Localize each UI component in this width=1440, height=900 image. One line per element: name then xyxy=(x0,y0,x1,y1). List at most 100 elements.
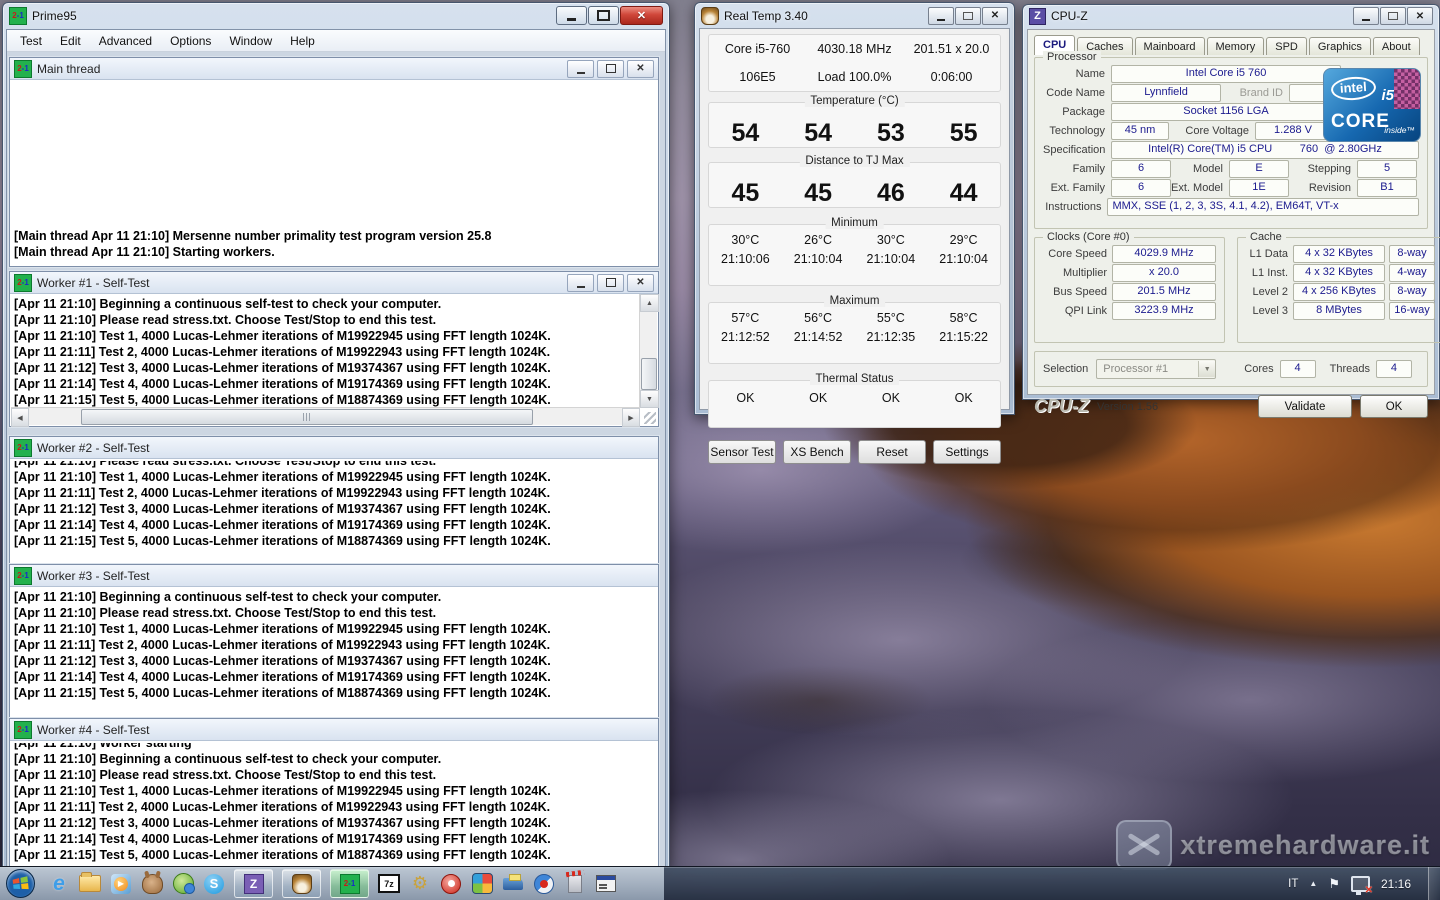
7zip-icon[interactable]: 7z xyxy=(378,873,400,895)
l2-label: Level 2 xyxy=(1246,286,1288,298)
minimize-button[interactable] xyxy=(567,274,594,292)
burn-app-icon[interactable] xyxy=(564,873,586,895)
maximize-button[interactable] xyxy=(955,7,981,25)
hidden-icons-chevron-icon[interactable] xyxy=(1309,879,1317,888)
horizontal-scrollbar[interactable] xyxy=(11,407,640,425)
worker1-titlebar[interactable]: 2-1 Worker #1 - Self-Test xyxy=(10,272,658,294)
minimize-button[interactable] xyxy=(567,60,594,78)
maximize-button[interactable] xyxy=(597,60,624,78)
menu-help[interactable]: Help xyxy=(281,32,324,50)
internet-explorer-icon[interactable]: e xyxy=(48,873,70,895)
clock[interactable]: 21:16 xyxy=(1381,877,1411,891)
scroll-thumb[interactable] xyxy=(81,409,533,425)
show-desktop-button[interactable] xyxy=(1428,867,1440,900)
ext-model-label: Ext. Model xyxy=(1171,182,1223,194)
scroll-right-icon[interactable] xyxy=(622,408,640,427)
settings-button[interactable]: Settings xyxy=(933,440,1001,464)
log-line: [Apr 11 21:11] Test 2, 4000 Lucas-Lehmer… xyxy=(14,485,658,501)
emule-icon[interactable] xyxy=(141,873,163,895)
main-thread-titlebar[interactable]: 2-1 Main thread xyxy=(10,58,658,80)
worker3-log[interactable]: [Apr 11 21:10] Beginning a continuous se… xyxy=(10,587,658,721)
taskbar: e S Z 2-1 7z IT 21:16 xyxy=(0,866,1440,900)
skype-icon[interactable]: S xyxy=(203,873,225,895)
photos-app-icon[interactable] xyxy=(471,873,493,895)
min-time: 21:10:04 xyxy=(867,252,916,266)
menu-edit[interactable]: Edit xyxy=(51,32,90,50)
maximize-button[interactable] xyxy=(597,274,624,292)
media-player-icon[interactable] xyxy=(110,873,132,895)
realtemp-titlebar[interactable]: Real Temp 3.40 xyxy=(695,3,1014,28)
maximize-button[interactable] xyxy=(1380,7,1406,25)
close-button[interactable] xyxy=(982,7,1008,25)
resize-grip[interactable] xyxy=(644,412,656,424)
log-line: [Apr 11 21:15] Test 5, 4000 Lucas-Lehmer… xyxy=(14,685,658,701)
minimize-button[interactable] xyxy=(928,7,954,25)
temperature-label: Temperature (°C) xyxy=(804,95,904,107)
messenger-icon[interactable] xyxy=(172,873,194,895)
menu-advanced[interactable]: Advanced xyxy=(90,32,161,50)
action-center-flag-icon[interactable] xyxy=(1328,876,1340,892)
reset-button[interactable]: Reset xyxy=(858,440,926,464)
scroll-down-icon[interactable] xyxy=(640,390,659,408)
close-button[interactable] xyxy=(627,60,654,78)
realtemp-taskbar-button[interactable] xyxy=(282,869,321,898)
scanner-app-icon[interactable] xyxy=(502,873,524,895)
log-line: [Apr 11 21:12] Test 3, 4000 Lucas-Lehmer… xyxy=(14,501,658,517)
l1-inst-label: L1 Inst. xyxy=(1246,267,1288,279)
close-button[interactable] xyxy=(620,6,663,25)
main-thread-log[interactable]: [Main thread Apr 11 21:10] Mersenne numb… xyxy=(10,80,658,266)
scroll-left-icon[interactable] xyxy=(11,408,29,427)
worker2-titlebar[interactable]: 2-1 Worker #2 - Self-Test xyxy=(10,437,658,459)
cpuz-titlebar[interactable]: Z CPU-Z xyxy=(1023,5,1439,27)
daemon-tools-icon[interactable] xyxy=(409,873,431,895)
minimize-button[interactable] xyxy=(1353,7,1379,25)
close-button[interactable] xyxy=(1407,7,1433,25)
vertical-scrollbar[interactable] xyxy=(639,294,657,408)
specification-label: Specification xyxy=(1043,144,1105,156)
worker2-log[interactable]: [Apr 11 21:10] Please read stress.txt. C… xyxy=(10,459,658,567)
sensor-test-button[interactable]: Sensor Test xyxy=(708,440,776,464)
worker4-log[interactable]: [Apr 11 21:10] Worker starting [Apr 11 2… xyxy=(10,741,658,867)
menu-options[interactable]: Options xyxy=(161,32,220,50)
ok-button[interactable]: OK xyxy=(1360,395,1428,418)
technology-field: 45 nm xyxy=(1111,122,1169,140)
language-indicator[interactable]: IT xyxy=(1288,878,1298,890)
log-line: [Apr 11 21:11] Test 2, 4000 Lucas-Lehmer… xyxy=(14,799,658,815)
menu-window[interactable]: Window xyxy=(220,32,281,50)
worker4-titlebar[interactable]: 2-1 Worker #4 - Self-Test xyxy=(10,719,658,741)
maximize-button[interactable] xyxy=(588,6,619,25)
start-button[interactable] xyxy=(6,869,35,898)
close-button[interactable] xyxy=(627,274,654,292)
realtemp-app-icon xyxy=(701,7,719,25)
prime95-titlebar[interactable]: 2-1 Prime95 xyxy=(3,3,669,28)
windows-explorer-icon[interactable] xyxy=(79,873,101,895)
menu-test[interactable]: Test xyxy=(11,32,51,50)
bclk-multiplier: 201.51 x 20.0 xyxy=(914,42,990,56)
tab-mainboard[interactable]: Mainboard xyxy=(1135,37,1205,55)
scroll-up-icon[interactable] xyxy=(640,294,659,312)
worker1-log[interactable]: [Apr 11 21:10] Beginning a continuous se… xyxy=(10,294,640,409)
tab-memory[interactable]: Memory xyxy=(1207,37,1265,55)
tab-about[interactable]: About xyxy=(1373,37,1420,55)
uptime: 0:06:00 xyxy=(931,70,973,84)
log-line-clipped: [Apr 11 21:10] Worker starting xyxy=(14,743,658,751)
network-status-icon[interactable] xyxy=(1351,876,1370,892)
ball-app-icon[interactable] xyxy=(533,873,555,895)
max-temp: 56°C xyxy=(804,311,832,325)
l3-size: 8 MBytes xyxy=(1293,302,1385,320)
xs-bench-button[interactable]: XS Bench xyxy=(783,440,851,464)
validate-button[interactable]: Validate xyxy=(1258,395,1352,418)
red-app-icon[interactable] xyxy=(440,873,462,895)
scroll-thumb[interactable] xyxy=(641,358,657,390)
worker3-titlebar[interactable]: 2-1 Worker #3 - Self-Test xyxy=(10,565,658,587)
processor-select[interactable]: Processor #1 xyxy=(1096,359,1216,379)
specification-field: Intel(R) Core(TM) i5 CPU 760 @ 2.80GHz xyxy=(1111,141,1419,159)
console-app-icon[interactable] xyxy=(595,873,617,895)
cpuz-taskbar-button[interactable]: Z xyxy=(234,869,273,898)
tab-graphics[interactable]: Graphics xyxy=(1309,37,1371,55)
revision-label: Revision xyxy=(1289,182,1351,194)
tab-spd[interactable]: SPD xyxy=(1266,37,1307,55)
prime95-taskbar-button[interactable]: 2-1 xyxy=(330,869,369,898)
min-time: 21:10:04 xyxy=(939,252,988,266)
minimize-button[interactable] xyxy=(556,6,587,25)
